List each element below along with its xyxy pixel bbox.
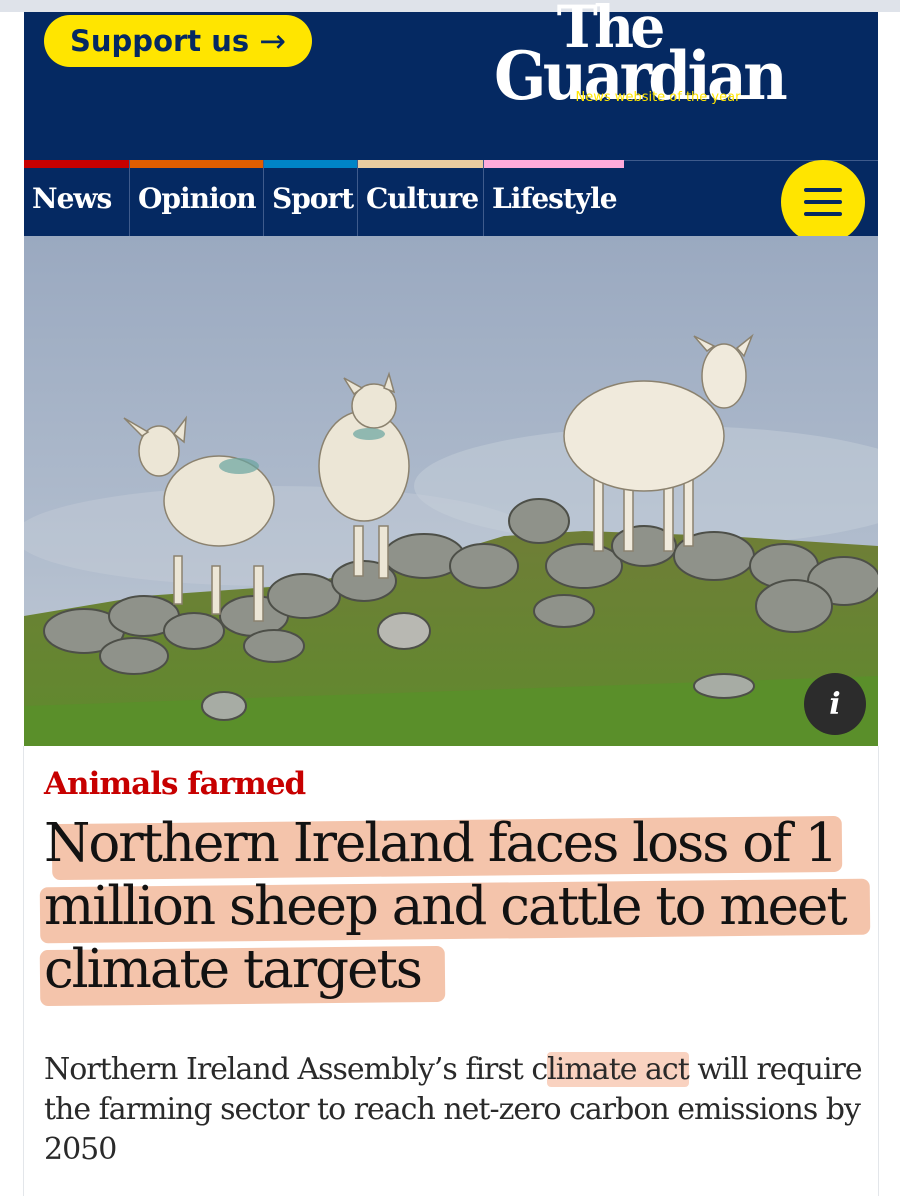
nav-item-lifestyle[interactable]: Lifestyle bbox=[484, 160, 624, 236]
nav-pillar-bar bbox=[484, 160, 624, 168]
standfirst-highlight: limate act bbox=[547, 1052, 690, 1087]
nav-item-opinion[interactable]: Opinion bbox=[130, 160, 264, 236]
nav-item-label: Culture bbox=[366, 182, 479, 215]
nav-item-label: Sport bbox=[272, 182, 354, 215]
support-us-label: Support us bbox=[70, 24, 250, 58]
nav-pillar-bar bbox=[130, 160, 263, 168]
masthead: Support us → The Guardian bbox=[24, 0, 878, 160]
article-standfirst: Northern Ireland Assembly’s first climat… bbox=[44, 1050, 874, 1170]
headline-line: Northern Ireland faces loss of 1 bbox=[44, 813, 838, 874]
nav-pillar-bar bbox=[24, 160, 129, 168]
image-info-button[interactable]: i bbox=[804, 673, 866, 735]
article-kicker[interactable]: Animals farmed bbox=[44, 766, 306, 802]
hamburger-icon bbox=[804, 188, 842, 192]
nav-item-culture[interactable]: Culture bbox=[358, 160, 484, 236]
support-us-button[interactable]: Support us → bbox=[44, 15, 312, 67]
menu-button[interactable] bbox=[781, 160, 865, 244]
headline-line: million sheep and cattle to meet bbox=[44, 876, 848, 937]
hero-photo-sheep bbox=[24, 236, 878, 746]
nav-pillar-bar bbox=[358, 160, 483, 168]
standfirst-text: Northern Ireland Assembly’s first c bbox=[44, 1052, 548, 1087]
nav-item-label: Lifestyle bbox=[492, 182, 618, 215]
content-border-right bbox=[878, 746, 879, 1196]
sheep-on-stone-wall-image bbox=[24, 236, 878, 746]
main-nav: News Opinion Sport Culture Lifestyle bbox=[24, 160, 878, 244]
nav-item-label: News bbox=[32, 182, 112, 215]
tagline: News website of the year bbox=[575, 90, 741, 105]
nav-pillar-bar bbox=[264, 160, 357, 168]
hamburger-icon bbox=[804, 212, 842, 216]
article-headline: Northern Ireland faces loss of 1 million… bbox=[44, 812, 876, 1001]
nav-item-sport[interactable]: Sport bbox=[264, 160, 358, 236]
nav-item-label: Opinion bbox=[138, 182, 257, 215]
guardian-logo[interactable]: The Guardian bbox=[494, 0, 834, 128]
arrow-right-icon: → bbox=[259, 22, 286, 60]
headline-line: climate targets bbox=[44, 939, 423, 1000]
hamburger-icon bbox=[804, 200, 842, 204]
nav-item-news[interactable]: News bbox=[24, 160, 130, 236]
content-border-left bbox=[23, 746, 24, 1196]
